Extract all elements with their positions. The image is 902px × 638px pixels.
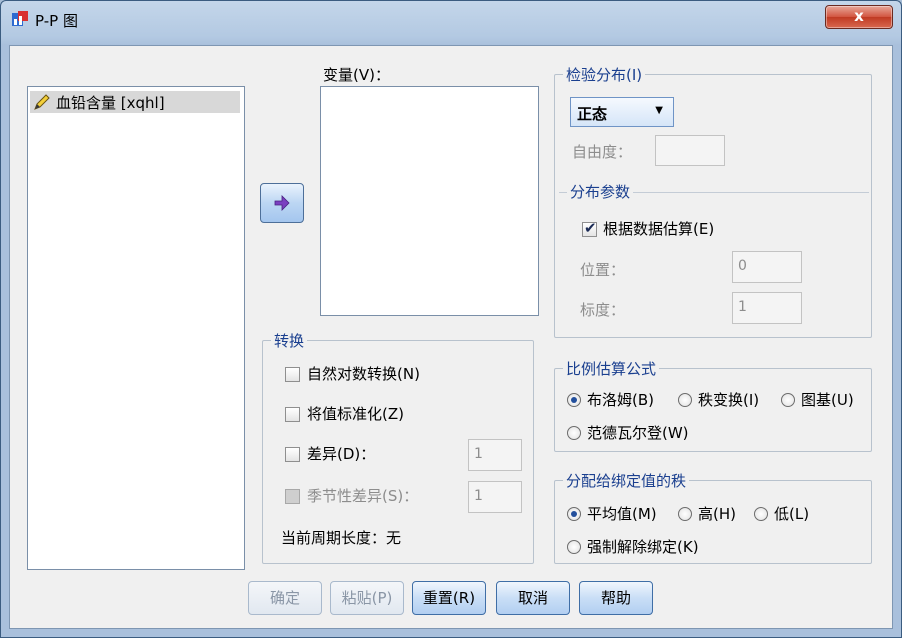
location-field[interactable]: 0 — [732, 251, 802, 283]
tukey-radio[interactable] — [781, 393, 795, 407]
close-button[interactable]: x — [825, 5, 893, 29]
seasonal-difference-label: 季节性差异(S)： — [307, 487, 419, 505]
low-rank-label: 低(L) — [774, 505, 810, 523]
scale-field[interactable]: 1 — [732, 292, 802, 324]
difference-field[interactable]: 1 — [468, 439, 522, 471]
tukey-label: 图基(U) — [801, 391, 854, 409]
period-length-label: 当前周期长度：无 — [281, 529, 402, 547]
log-transform-label: 自然对数转换(N) — [307, 365, 420, 383]
seasonal-difference-checkbox[interactable] — [285, 489, 300, 504]
scale-variable-icon — [34, 94, 50, 110]
van-der-waerden-radio[interactable] — [567, 426, 581, 440]
source-variable-list[interactable]: 血铅含量 [xqhl] — [27, 86, 245, 570]
blom-label: 布洛姆(B) — [587, 391, 654, 409]
van-der-waerden-label: 范德瓦尔登(W) — [587, 424, 689, 442]
app-icon — [12, 11, 28, 26]
rankit-radio[interactable] — [678, 393, 692, 407]
chevron-down-icon: ▼ — [655, 105, 663, 116]
high-rank-label: 高(H) — [698, 505, 736, 523]
list-item[interactable]: 血铅含量 [xqhl] — [30, 91, 240, 113]
reset-button[interactable]: 重置(R) — [412, 581, 486, 615]
difference-label: 差异(D)： — [307, 445, 376, 463]
low-rank-radio[interactable] — [754, 507, 768, 521]
break-ties-radio[interactable] — [567, 540, 581, 554]
high-rank-radio[interactable] — [678, 507, 692, 521]
blom-radio[interactable] — [567, 393, 581, 407]
estimate-from-data-checkbox[interactable] — [582, 219, 597, 237]
difference-checkbox[interactable] — [285, 447, 300, 462]
df-label: 自由度： — [572, 143, 633, 161]
move-to-variables-button[interactable] — [260, 183, 304, 223]
seasonal-difference-field[interactable]: 1 — [468, 481, 522, 513]
test-distribution-title: 检验分布(I) — [563, 64, 646, 85]
ties-rank-title: 分配给绑定值的秩 — [563, 470, 690, 491]
variables-label: 变量(V)： — [323, 66, 390, 84]
location-label: 位置： — [580, 261, 626, 279]
ties-rank-group: 分配给绑定值的秩 平均值(M) 高(H) 低(L) 强制解除绑定(K) — [554, 470, 872, 564]
title-bar: P-P 图 x — [1, 1, 901, 37]
variables-list[interactable] — [320, 86, 539, 316]
transform-group: 转换 自然对数转换(N) 将值标准化(Z) 差异(D)： 1 季节性差异(S)：… — [262, 330, 534, 564]
standardize-checkbox[interactable] — [285, 407, 300, 422]
log-transform-checkbox[interactable] — [285, 367, 300, 382]
rankit-label: 秩变换(I) — [698, 391, 760, 409]
variable-label: 血铅含量 [xqhl] — [56, 93, 165, 112]
params-title: 分布参数 — [567, 181, 634, 202]
transform-group-title: 转换 — [271, 330, 308, 351]
scale-label: 标度： — [580, 301, 626, 319]
distribution-select[interactable]: 正态 ▼ — [570, 97, 674, 127]
mean-rank-radio[interactable] — [567, 507, 581, 521]
paste-button[interactable]: 粘贴(P) — [330, 581, 404, 615]
proportion-formula-title: 比例估算公式 — [563, 358, 660, 379]
pp-plot-dialog: P-P 图 x 血铅含量 [xqhl] 变量(V)： 转换 自然对数转换(N) … — [0, 0, 902, 638]
proportion-formula-group: 比例估算公式 布洛姆(B) 秩变换(I) 图基(U) 范德瓦尔登(W) — [554, 358, 872, 452]
window-title: P-P 图 — [35, 12, 78, 30]
help-button[interactable]: 帮助 — [579, 581, 653, 615]
cancel-button[interactable]: 取消 — [496, 581, 570, 615]
dialog-body: 血铅含量 [xqhl] 变量(V)： 转换 自然对数转换(N) 将值标准化(Z)… — [9, 45, 893, 629]
standardize-label: 将值标准化(Z) — [307, 405, 404, 423]
break-ties-label: 强制解除绑定(K) — [587, 538, 699, 556]
arrow-right-icon — [274, 195, 290, 211]
test-distribution-group: 检验分布(I) 正态 ▼ 自由度： 分布参数 根据数据估算(E) 位置： 0 标… — [554, 64, 872, 338]
estimate-from-data-label: 根据数据估算(E) — [603, 220, 715, 238]
df-field[interactable] — [655, 135, 725, 166]
ok-button[interactable]: 确定 — [248, 581, 322, 615]
distribution-select-value: 正态 — [577, 105, 608, 123]
mean-rank-label: 平均值(M) — [587, 505, 657, 523]
